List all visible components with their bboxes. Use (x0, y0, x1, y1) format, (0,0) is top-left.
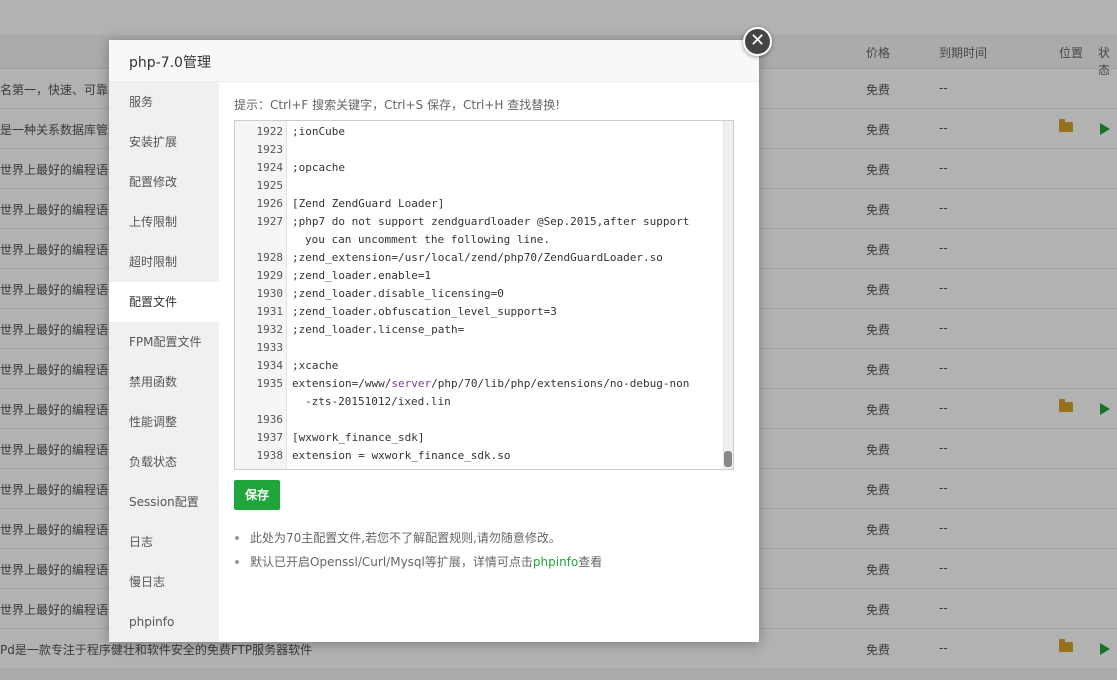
code-line[interactable]: 1934 ;xcache (235, 356, 725, 374)
line-number: 1930 (256, 287, 284, 300)
code-line[interactable]: 1926 [Zend ZendGuard Loader] (235, 194, 725, 212)
line-text[interactable]: ;zend_loader.disable_licensing=0 (292, 287, 504, 300)
code-line[interactable]: 1928 ;zend_extension=/usr/local/zend/php7… (235, 248, 725, 266)
code-line[interactable]: 1936 (235, 410, 725, 428)
code-line[interactable]: 1924 ;opcache (235, 158, 725, 176)
line-text[interactable]: ;ionCube (292, 125, 345, 138)
line-number: 1937 (256, 431, 284, 444)
dialog-sidebar: 服务 安装扩展 配置修改 上传限制 超时限制 配置文件 FPM配置文件 禁用函数 性能调整 负载状… (109, 82, 219, 642)
code-line[interactable]: 1935 extension=/www/server/php/70/lib/php… (235, 374, 725, 410)
sidebar-item[interactable]: 上传限制 (109, 202, 219, 242)
close-icon[interactable]: ✕ (743, 27, 772, 56)
line-number: 1933 (256, 341, 284, 354)
editor-scrollbar[interactable] (723, 121, 733, 469)
sidebar-item[interactable]: 安装扩展 (109, 122, 219, 162)
code-lines[interactable]: 1922 ;ionCube 1923 1924 ;opcache 1925 1926 [Zen… (235, 121, 725, 464)
phpinfo-link[interactable]: phpinfo (533, 555, 578, 569)
line-number: 1928 (256, 251, 284, 264)
sidebar-item[interactable]: 慢日志 (109, 562, 219, 602)
sidebar-item[interactable]: Session配置 (109, 482, 219, 522)
code-line[interactable]: 1923 (235, 140, 725, 158)
sidebar-item[interactable]: 负载状态 (109, 442, 219, 482)
code-line[interactable]: 1929 ;zend_loader.enable=1 (235, 266, 725, 284)
sidebar-item[interactable]: 配置文件 (109, 282, 219, 322)
line-text[interactable]: extension=/www/server/php/70/lib/php/ext… (292, 377, 689, 408)
code-line[interactable]: 1922 ;ionCube (235, 122, 725, 140)
code-line[interactable]: 1925 (235, 176, 725, 194)
line-text[interactable]: ;php7 do not support zendguardloader @Se… (292, 215, 689, 246)
line-text[interactable]: ;zend_loader.enable=1 (292, 269, 431, 282)
code-line[interactable]: 1932 ;zend_loader.license_path= (235, 320, 725, 338)
line-text[interactable]: extension = wxwork_finance_sdk.so (292, 449, 511, 462)
php-manager-dialog: php-7.0管理 服务 安装扩展 配置修改 上传限制 超时限制 配置文件 FPM配置文件禁… (109, 40, 759, 642)
line-text[interactable]: ;xcache (292, 359, 338, 372)
code-line[interactable]: 1927 ;php7 do not support zendguardloader… (235, 212, 725, 248)
line-text[interactable]: [wxwork_finance_sdk] (292, 431, 424, 444)
line-number: 1926 (256, 197, 284, 210)
sidebar-item[interactable]: 服务 (109, 82, 219, 122)
line-text[interactable]: [Zend ZendGuard Loader] (292, 197, 444, 210)
code-line[interactable]: 1938 extension = wxwork_finance_sdk.so (235, 446, 725, 464)
shortcut-tip: 提示：Ctrl+F 搜索关键字，Ctrl+S 保存，Ctrl+H 查找替换! (234, 98, 561, 112)
code-line[interactable]: 1937 [wxwork_finance_sdk] (235, 428, 725, 446)
code-line[interactable]: 1931 ;zend_loader.obfuscation_level_suppo… (235, 302, 725, 320)
line-text[interactable]: ;zend_loader.obfuscation_level_support=3 (292, 305, 557, 318)
line-number: 1938 (256, 449, 284, 462)
line-number: 1925 (256, 179, 284, 192)
notes-list: 此处为70主配置文件,若您不了解配置规则,请勿随意修改。 默认已开启Openss… (234, 529, 602, 577)
sidebar-item[interactable]: 配置修改 (109, 162, 219, 202)
line-text[interactable]: ;opcache (292, 161, 345, 174)
line-number: 1935 (256, 377, 284, 390)
sidebar-item[interactable]: 日志 (109, 522, 219, 562)
code-line[interactable]: 1933 (235, 338, 725, 356)
sidebar-item[interactable]: phpinfo (109, 602, 219, 642)
save-button[interactable]: 保存 (234, 480, 280, 510)
line-number: 1927 (256, 215, 284, 228)
line-number: 1936 (256, 413, 284, 426)
sidebar-item[interactable]: 性能调整 (109, 402, 219, 442)
note-item: 此处为70主配置文件,若您不了解配置规则,请勿随意修改。 (234, 529, 602, 553)
code-editor[interactable]: 1922 ;ionCube 1923 1924 ;opcache 1925 1926 [Zen… (234, 120, 734, 470)
sidebar-item[interactable]: 超时限制 (109, 242, 219, 282)
line-number: 1934 (256, 359, 284, 372)
sidebar-item[interactable]: 禁用函数 (109, 362, 219, 402)
line-text[interactable]: ;zend_extension=/usr/local/zend/php70/Ze… (292, 251, 663, 264)
line-number: 1929 (256, 269, 284, 282)
line-number: 1923 (256, 143, 284, 156)
line-number: 1931 (256, 305, 284, 318)
line-text[interactable]: ;zend_loader.license_path= (292, 323, 464, 336)
dialog-title: php-7.0管理 (109, 40, 759, 82)
line-number: 1932 (256, 323, 284, 336)
sidebar-item[interactable]: FPM配置文件 (109, 322, 219, 362)
note-item: 默认已开启Openssl/Curl/Mysql等扩展，详情可点击phpinfo查… (234, 553, 602, 577)
line-number: 1922 (256, 125, 284, 138)
code-line[interactable]: 1930 ;zend_loader.disable_licensing=0 (235, 284, 725, 302)
editor-scroll-thumb[interactable] (724, 451, 732, 467)
line-number: 1924 (256, 161, 284, 174)
config-file-panel: 提示：Ctrl+F 搜索关键字，Ctrl+S 保存，Ctrl+H 查找替换! 1… (219, 82, 759, 642)
